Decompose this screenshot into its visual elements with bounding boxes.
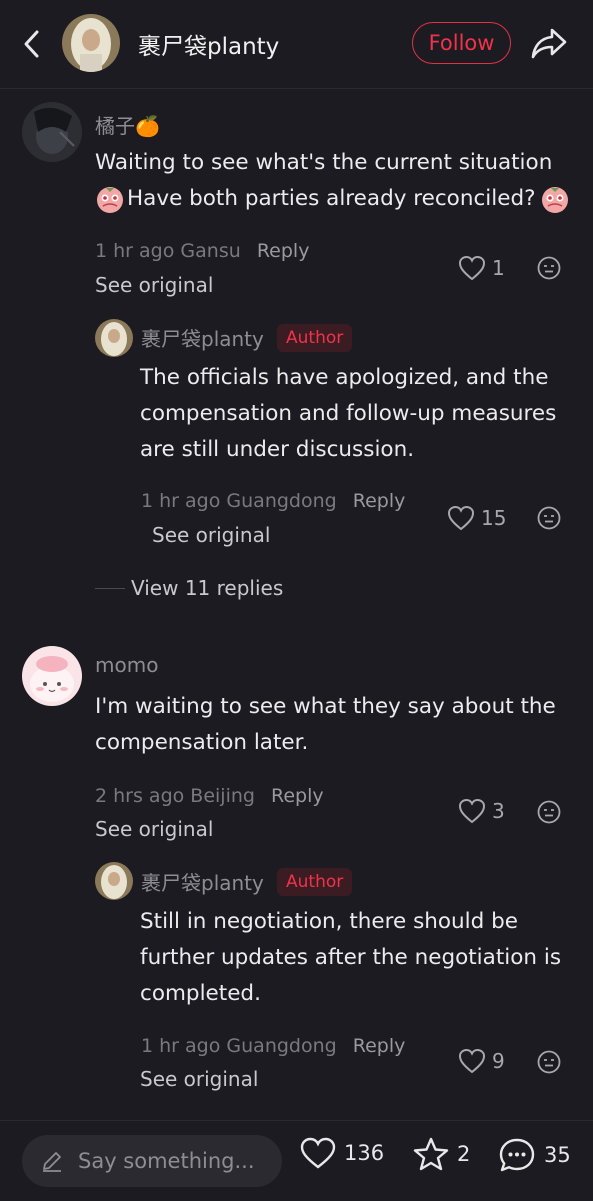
comment-placeholder: Say something... (78, 1149, 255, 1173)
reply-meta: 1 hr ago Guangdong Reply (141, 490, 406, 512)
commenter-avatar[interactable] (22, 646, 82, 706)
comment-meta: 1 hr ago Gansu Reply (95, 240, 310, 262)
reaction-emoji-icon[interactable] (537, 256, 561, 280)
comment-text: Waiting to see what's the current situat… (95, 145, 575, 217)
see-original-link[interactable]: See original (152, 523, 270, 547)
reply-text: The officials have apologized, and the c… (140, 365, 557, 462)
reply-meta: 1 hr ago Guangdong Reply (141, 1035, 406, 1057)
comment-input[interactable]: Say something... (22, 1135, 282, 1187)
star-icon (413, 1137, 449, 1171)
pencil-icon (43, 1152, 61, 1172)
comment-meta: 2 hrs ago Beijing Reply (95, 785, 324, 807)
author-name[interactable]: 裹尸袋planty (138, 27, 279, 61)
comment-text: I'm waiting to see what they say about t… (95, 694, 556, 755)
see-original-link[interactable]: See original (95, 817, 213, 841)
like-button[interactable]: 9 (458, 1046, 505, 1076)
reply-author-name[interactable]: 裹尸袋planty (141, 323, 264, 352)
view-replies-link[interactable]: View 11 replies (95, 573, 283, 603)
follow-button[interactable]: Follow (412, 22, 511, 64)
divider (95, 587, 125, 589)
reaction-emoji-icon[interactable] (537, 800, 561, 824)
see-original-link[interactable]: See original (95, 273, 213, 297)
heart-icon (458, 255, 486, 281)
reaction-emoji-icon[interactable] (537, 506, 561, 530)
reply-author-avatar[interactable] (95, 862, 133, 900)
comments-button[interactable]: 35 (498, 1137, 571, 1173)
like-button[interactable]: 15 (447, 503, 506, 533)
like-button[interactable]: 3 (458, 796, 505, 826)
heart-icon (300, 1137, 336, 1169)
crying-emoji-icon (97, 187, 123, 213)
reaction-emoji-icon[interactable] (537, 1050, 561, 1074)
commenter-name[interactable]: 橘子🍊 (95, 110, 160, 139)
reply-author-name[interactable]: 裹尸袋planty (141, 867, 264, 896)
reply-text: Still in negotiation, there should be fu… (140, 909, 562, 1006)
favorite-button[interactable]: 2 (413, 1137, 470, 1171)
back-icon[interactable] (18, 26, 46, 62)
reply-button[interactable]: Reply (353, 490, 406, 512)
reply-author-avatar[interactable] (95, 319, 133, 357)
share-icon[interactable] (530, 26, 568, 60)
heart-icon (458, 1048, 486, 1074)
like-post-button[interactable]: 136 (300, 1137, 384, 1169)
heart-icon (447, 505, 475, 531)
top-bar: 裹尸袋planty Follow (0, 0, 593, 89)
author-avatar[interactable] (62, 14, 120, 72)
reply-button[interactable]: Reply (257, 240, 310, 262)
heart-icon (458, 798, 486, 824)
commenter-avatar[interactable] (22, 102, 82, 162)
crying-emoji-icon (541, 187, 568, 213)
see-original-link[interactable]: See original (140, 1067, 258, 1091)
author-badge: Author (277, 324, 353, 352)
like-button[interactable]: 1 (458, 253, 505, 283)
reply-button[interactable]: Reply (353, 1035, 406, 1057)
commenter-name[interactable]: momo (95, 653, 158, 677)
comment-bubble-icon (499, 1138, 535, 1172)
reply-button[interactable]: Reply (271, 785, 324, 807)
author-badge: Author (277, 868, 353, 896)
bottom-bar: Say something... 136 2 35 (0, 1120, 593, 1201)
